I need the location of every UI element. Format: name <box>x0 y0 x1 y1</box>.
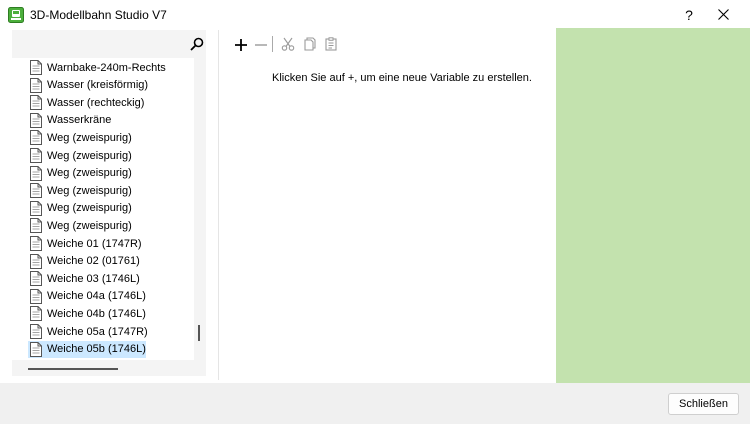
copy-icon <box>304 37 316 51</box>
document-icon <box>30 236 42 251</box>
tree-item[interactable]: Weiche 05b (1746L) <box>28 340 146 358</box>
tree-item[interactable]: Weg (zweispurig) <box>30 182 150 199</box>
tree-item-label: Wasser (kreisförmig) <box>47 79 149 92</box>
scissors-icon <box>281 37 295 51</box>
dialog-footer <box>0 383 750 424</box>
search-icon[interactable] <box>190 37 206 53</box>
document-icon <box>30 60 42 75</box>
tree-item[interactable]: Weiche 05a (1747R) <box>30 323 150 340</box>
tree-item[interactable]: Warnbake-240m-Rechts <box>30 59 166 76</box>
tree-item[interactable]: Weg (zweispurig) <box>30 147 150 164</box>
cut-button[interactable] <box>279 34 297 54</box>
tree-item[interactable]: Weiche 03 (1746L) <box>30 270 150 287</box>
horizontal-scrollbar[interactable] <box>28 368 118 370</box>
tree-item-label: Weiche 05a (1747R) <box>47 325 148 338</box>
document-icon <box>30 183 42 199</box>
preview-panel <box>556 28 750 383</box>
tree-item[interactable]: Weiche 02 (01761) <box>30 253 150 270</box>
document-icon <box>30 112 42 128</box>
tree-item-label: Weiche 03 (1746L) <box>47 272 140 285</box>
document-icon <box>30 130 42 146</box>
tree-item-label: Weg (zweispurig) <box>47 184 132 197</box>
document-icon <box>30 218 42 234</box>
document-icon <box>30 148 42 163</box>
tree-item[interactable]: Weg (zweispurig) <box>30 217 150 234</box>
vertical-scrollbar[interactable] <box>198 325 200 341</box>
app-logo-icon <box>8 7 24 23</box>
document-icon <box>30 271 42 287</box>
document-icon <box>30 341 42 357</box>
tree-item[interactable]: Weiche 04b (1746L) <box>30 305 150 322</box>
tree-item[interactable]: Weg (zweispurig) <box>30 129 150 146</box>
title-bar: 3D-Modellbahn Studio V7 ? <box>0 0 750 30</box>
document-icon <box>30 324 42 339</box>
tree-item-label: Weg (zweispurig) <box>47 167 132 180</box>
plus-icon <box>235 39 247 51</box>
panel-divider <box>218 30 219 380</box>
tree-item-label: Weiche 02 (01761) <box>47 255 140 268</box>
empty-variables-message: Klicken Sie auf +, um eine neue Variable… <box>272 72 532 84</box>
tree-item-label: Weg (zweispurig) <box>47 131 132 144</box>
tree-item-label: Weiche 01 (1747R) <box>47 237 142 250</box>
tree-item[interactable]: Weiche 04a (1746L) <box>30 288 150 305</box>
remove-variable-button[interactable] <box>252 34 270 54</box>
document-icon <box>30 288 42 304</box>
document-icon <box>30 77 42 93</box>
document-icon <box>30 200 42 216</box>
document-icon <box>30 306 42 322</box>
clipboard-icon <box>325 37 337 51</box>
window-title: 3D-Modellbahn Studio V7 <box>30 8 167 22</box>
document-icon <box>30 165 42 181</box>
minus-icon <box>255 44 267 46</box>
tree-item-label: Weg (zweispurig) <box>47 149 132 162</box>
tree-item[interactable]: Wasser (kreisförmig) <box>30 77 150 94</box>
object-tree-list[interactable]: Warnbake-240m-Rechts Wasser (kreisförmig)… <box>12 58 194 360</box>
tree-item-label: Wasser (rechteckig) <box>47 96 145 109</box>
add-variable-button[interactable] <box>232 34 250 54</box>
tree-item-label: Weg (zweispurig) <box>47 219 132 232</box>
close-window-button[interactable] <box>708 4 738 26</box>
paste-button[interactable] <box>322 34 340 54</box>
tree-item-label: Wasserkräne <box>47 114 112 127</box>
document-icon <box>30 253 42 269</box>
close-dialog-button[interactable]: Schließen <box>668 393 739 415</box>
copy-button[interactable] <box>301 34 319 54</box>
tree-item[interactable]: Weg (zweispurig) <box>30 165 150 182</box>
help-button[interactable]: ? <box>676 4 702 26</box>
tree-item-label: Warnbake-240m-Rechts <box>47 61 166 74</box>
tree-item-label: Weiche 04b (1746L) <box>47 307 146 320</box>
toolbar-separator <box>272 36 273 52</box>
close-icon <box>717 9 729 20</box>
document-icon <box>30 95 42 111</box>
tree-item[interactable]: Wasser (rechteckig) <box>30 94 150 111</box>
tree-item[interactable]: Weiche 01 (1747R) <box>30 235 150 252</box>
tree-item-label: Weiche 05b (1746L) <box>47 343 146 356</box>
tree-item[interactable]: Weg (zweispurig) <box>30 200 150 217</box>
tree-item-label: Weg (zweispurig) <box>47 202 132 215</box>
tree-item-label: Weiche 04a (1746L) <box>47 290 146 303</box>
tree-item[interactable]: Wasserkräne <box>30 112 150 129</box>
